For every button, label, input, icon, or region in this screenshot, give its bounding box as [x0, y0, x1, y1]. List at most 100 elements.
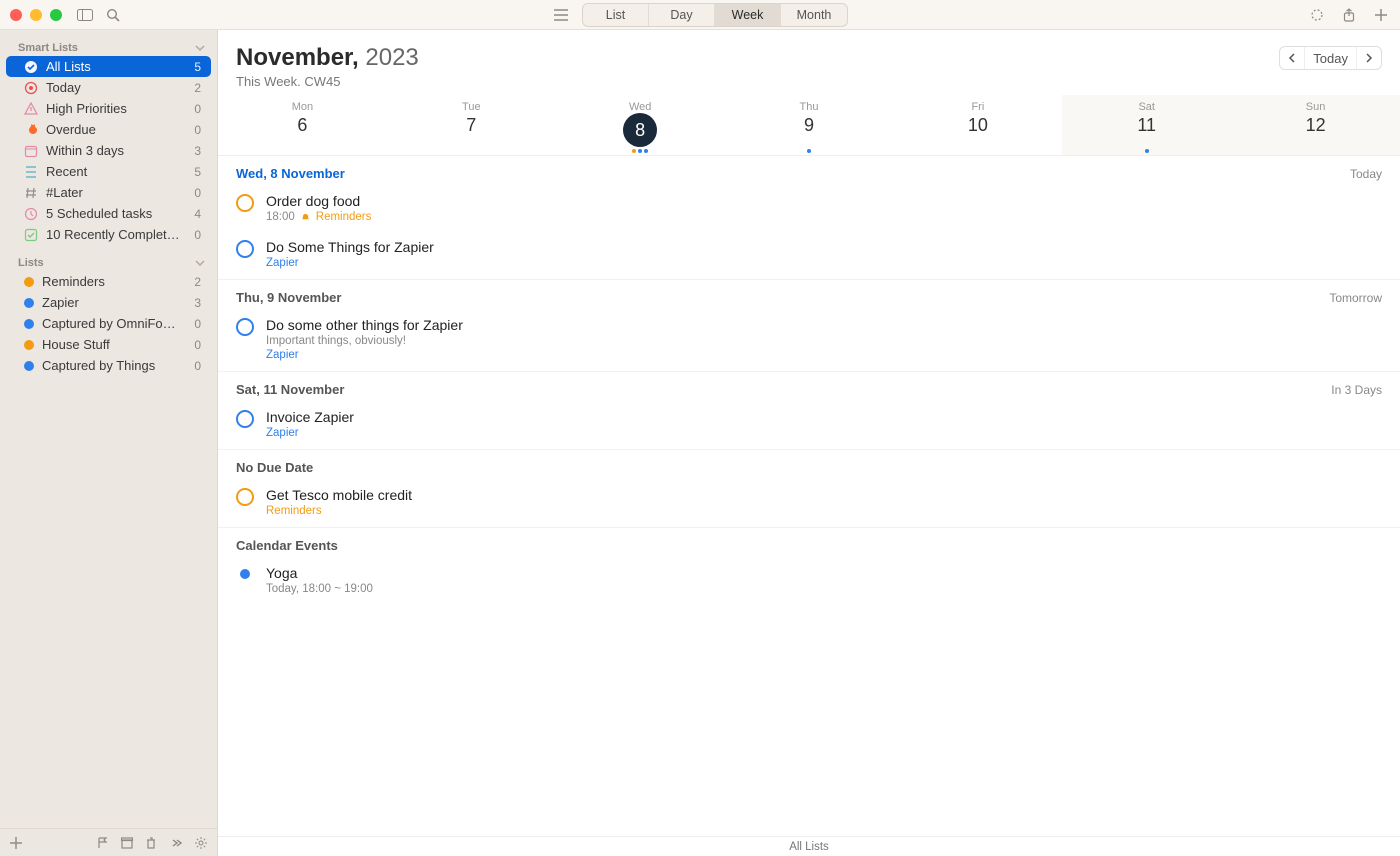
view-tab-month[interactable]: Month — [781, 4, 847, 26]
main: November, 2023 Today This Week. CW45 Mon… — [218, 30, 1400, 856]
sidebar-item-count: 0 — [189, 359, 201, 373]
trash-icon[interactable] — [145, 837, 157, 849]
sidebar-list-item[interactable]: Captured by Things 0 — [6, 355, 211, 376]
sidebar-section-smart-lists[interactable]: Smart Lists — [0, 36, 217, 56]
view-tab-list[interactable]: List — [583, 4, 649, 26]
sidebar-smart-item[interactable]: Overdue 0 — [6, 119, 211, 140]
sync-status-icon[interactable] — [1308, 6, 1326, 24]
previous-week-button[interactable] — [1280, 47, 1305, 69]
next-week-button[interactable] — [1357, 47, 1381, 69]
add-list-button[interactable] — [10, 837, 22, 849]
section-title: Sat, 11 November — [236, 382, 344, 397]
list-color-icon — [24, 319, 34, 329]
sidebar-smart-item[interactable]: 5 Scheduled tasks 4 — [6, 203, 211, 224]
task-row[interactable]: Get Tesco mobile creditReminders — [218, 481, 1400, 527]
task-title: Invoice Zapier — [266, 409, 354, 425]
sidebar-item-count: 5 — [189, 60, 201, 74]
task-checkbox[interactable] — [236, 410, 254, 428]
settings-icon[interactable] — [195, 837, 207, 849]
search-button[interactable] — [104, 6, 122, 24]
week-day[interactable]: Mon 6 — [218, 95, 387, 155]
weekday-date: 9 — [725, 115, 894, 136]
weekday-name: Tue — [387, 101, 556, 113]
sidebar-item-count: 0 — [189, 228, 201, 242]
task-checkbox[interactable] — [236, 488, 254, 506]
toggle-sidebar-button[interactable] — [76, 6, 94, 24]
task-title: Order dog food — [266, 193, 371, 209]
archive-icon[interactable] — [121, 837, 133, 849]
sidebar-smart-item[interactable]: All Lists 5 — [6, 56, 211, 77]
section-title: Wed, 8 November — [236, 166, 345, 181]
section-relative: Today — [1350, 167, 1382, 181]
task-title: Do Some Things for Zapier — [266, 239, 434, 255]
task-title: Do some other things for Zapier — [266, 317, 463, 333]
task-section-header: No Due Date — [218, 449, 1400, 481]
task-row[interactable]: Do some other things for Zapier Important… — [218, 311, 1400, 371]
weekday-date: 8 — [623, 113, 657, 147]
share-button[interactable] — [1340, 6, 1358, 24]
sidebar-item-label: Reminders — [42, 274, 181, 289]
titlebar-right — [1308, 6, 1390, 24]
sidebar-list-item[interactable]: House Stuff 0 — [6, 334, 211, 355]
task-checkbox[interactable] — [236, 318, 254, 336]
sidebar-smart-item[interactable]: High Priorities 0 — [6, 98, 211, 119]
section-relative: In 3 Days — [1331, 383, 1382, 397]
task-list-label: Zapier — [266, 427, 299, 439]
sidebar-item-label: Recent — [46, 164, 181, 179]
weekday-name: Fri — [893, 101, 1062, 113]
new-task-button[interactable] — [1372, 6, 1390, 24]
status-bar: All Lists — [218, 836, 1400, 856]
task-row[interactable]: Do Some Things for ZapierZapier — [218, 233, 1400, 279]
sidebar-item-label: High Priorities — [46, 101, 181, 116]
week-day[interactable]: Thu 9 — [725, 95, 894, 155]
week-day[interactable]: Wed 8 — [556, 95, 725, 155]
sidebar-list-item[interactable]: Reminders 2 — [6, 271, 211, 292]
week-day[interactable]: Tue 7 — [387, 95, 556, 155]
view-tab-day[interactable]: Day — [649, 4, 715, 26]
section-relative: Tomorrow — [1329, 291, 1382, 305]
week-subtitle: This Week. CW45 — [236, 74, 1382, 89]
sidebar-smart-item[interactable]: Within 3 days 3 — [6, 140, 211, 161]
year: 2023 — [365, 44, 418, 71]
sidebar-list-item[interactable]: Zapier 3 — [6, 292, 211, 313]
menu-button[interactable] — [552, 6, 570, 24]
sidebar-item-count: 2 — [189, 81, 201, 95]
sidebar-item-count: 0 — [189, 102, 201, 116]
flag-icon[interactable] — [97, 837, 109, 849]
event-dot-icon — [240, 569, 250, 579]
event-time: Today, 18:00 ~ 19:00 — [266, 583, 373, 595]
task-section-header: Calendar Events — [218, 527, 1400, 559]
task-list-label: Reminders — [266, 505, 322, 517]
zoom-window-button[interactable] — [50, 9, 62, 21]
sidebar-smart-item[interactable]: #Later 0 — [6, 182, 211, 203]
task-note: Important things, obviously! — [266, 335, 463, 347]
view-tab-week[interactable]: Week — [715, 4, 781, 26]
week-day[interactable]: Fri 10 — [893, 95, 1062, 155]
task-section-header: Sat, 11 November In 3 Days — [218, 371, 1400, 403]
minimize-window-button[interactable] — [30, 9, 42, 21]
week-day[interactable]: Sat 11 — [1062, 95, 1231, 155]
sidebar: Smart Lists All Lists 5 Today 2 High Pri… — [0, 30, 218, 856]
status-bar-text: All Lists — [789, 841, 829, 853]
close-window-button[interactable] — [10, 9, 22, 21]
task-checkbox[interactable] — [236, 194, 254, 212]
sidebar-list-item[interactable]: Captured by OmniFocus 0 — [6, 313, 211, 334]
recent-icon — [24, 165, 38, 179]
sidebar-item-count: 0 — [189, 123, 201, 137]
more-icon[interactable] — [169, 838, 183, 848]
calendar-event[interactable]: Yoga Today, 18:00 ~ 19:00 — [218, 559, 1400, 605]
sidebar-item-count: 3 — [189, 144, 201, 158]
sidebar-smart-item[interactable]: Today 2 — [6, 77, 211, 98]
sidebar-section-lists[interactable]: Lists — [0, 251, 217, 271]
today-control: Today — [1279, 46, 1382, 70]
sidebar-smart-item[interactable]: 10 Recently Completed Tasks 0 — [6, 224, 211, 245]
today-button[interactable]: Today — [1305, 47, 1357, 69]
sidebar-smart-item[interactable]: Recent 5 — [6, 161, 211, 182]
task-row[interactable]: Order dog food18:00Reminders — [218, 187, 1400, 233]
sidebar-item-label: Captured by Things — [42, 358, 181, 373]
week-day[interactable]: Sun 12 — [1231, 95, 1400, 155]
hash-icon — [24, 186, 38, 200]
task-row[interactable]: Invoice Zapier Zapier — [218, 403, 1400, 449]
sidebar-item-label: #Later — [46, 185, 181, 200]
task-checkbox[interactable] — [236, 240, 254, 258]
